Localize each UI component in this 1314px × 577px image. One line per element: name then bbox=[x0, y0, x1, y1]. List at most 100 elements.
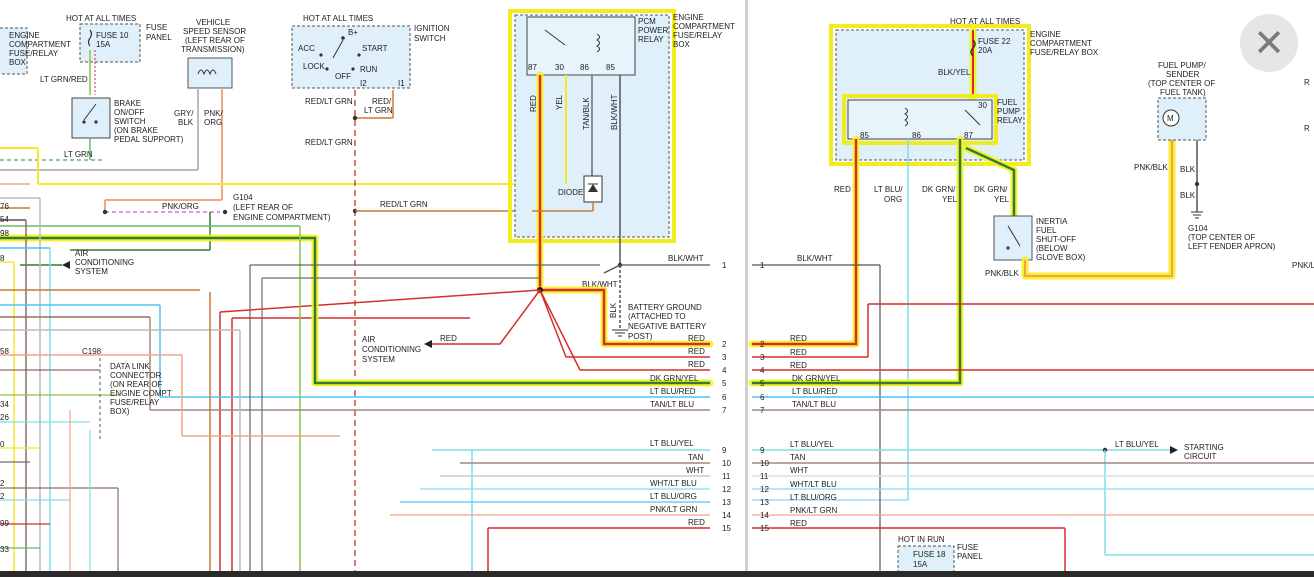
ac-label-2: SYSTEM bbox=[362, 355, 395, 364]
bottom-bar bbox=[0, 571, 1314, 577]
vss-wire-pnkorg-0: PNK/ bbox=[204, 109, 223, 118]
right-row-label-12: WHT/LT BLU bbox=[790, 480, 837, 489]
right-wire-blk: BLK bbox=[1180, 165, 1196, 174]
pcm-wire-blkwht: BLK/WHT bbox=[610, 94, 619, 130]
inertia-label-2: SHUT-OFF bbox=[1036, 235, 1076, 244]
right-row-num-3: 3 bbox=[760, 353, 765, 362]
left-row-num-6: 6 bbox=[722, 393, 727, 402]
brake-label-2: SWITCH bbox=[114, 117, 146, 126]
fp-pin-30: 30 bbox=[978, 101, 987, 110]
g104-label-2: ENGINE COMPARTMENT) bbox=[233, 213, 331, 222]
right-wire-blk2: BLK bbox=[1180, 191, 1196, 200]
wire-redltgrn-3: RED/LT GRN bbox=[380, 200, 428, 209]
fp-label-3: FUEL TANK) bbox=[1160, 88, 1206, 97]
pcm-wire-red: RED bbox=[529, 95, 538, 112]
eng-comp-label-3: BOX bbox=[673, 40, 691, 49]
right-row-label-5: DK GRN/YEL bbox=[792, 374, 841, 383]
vss-label-2: (LEFT REAR OF bbox=[185, 36, 245, 45]
vss-wire-pnkorg-1: ORG bbox=[204, 118, 222, 127]
inertia-label-3: (BELOW bbox=[1036, 244, 1068, 253]
ign-pos-lock: LOCK bbox=[303, 62, 325, 71]
vss-wire-gryblk-0: GRY/ bbox=[174, 109, 194, 118]
fuse10-amp: 15A bbox=[96, 40, 111, 49]
fuse22-amp: 20A bbox=[978, 46, 993, 55]
fp-relay-label-1: PUMP bbox=[997, 107, 1020, 116]
pcm-pin-87: 87 bbox=[528, 63, 537, 72]
battery-ground-0: BATTERY GROUND bbox=[628, 303, 702, 312]
left-row-label-2: RED bbox=[688, 334, 705, 343]
right-row-label-1: BLK/WHT bbox=[797, 254, 833, 263]
right-fuse-panel-1: PANEL bbox=[957, 552, 983, 561]
edge-num-11: 33 bbox=[0, 545, 9, 554]
right-wire-pnkblk2: PNK/BLK bbox=[1134, 163, 1168, 172]
left-row-num-11: 11 bbox=[722, 472, 731, 481]
ign-pos-bplus: B+ bbox=[348, 28, 358, 37]
edge-num-7: 0 bbox=[0, 440, 5, 449]
bus-num-1: 1 bbox=[722, 261, 727, 270]
right-row-label-13: LT BLU/ORG bbox=[790, 493, 837, 502]
wire-redltgrn2-0: RED/ bbox=[372, 97, 392, 106]
right-row-num-5: 5 bbox=[760, 379, 765, 388]
right-row-num-12: 12 bbox=[760, 485, 769, 494]
ign-pos-off: OFF bbox=[335, 72, 351, 81]
inertia-label-0: INERTIA bbox=[1036, 217, 1068, 226]
right-wire-ltbluyel: LT BLU/YEL bbox=[1115, 440, 1159, 449]
pcm-wire-tanblk: TAN/BLK bbox=[582, 97, 591, 130]
right-eng-label-0: ENGINE bbox=[1030, 30, 1061, 39]
dlc-label-1: CONNECTOR bbox=[110, 371, 162, 380]
right-g104-2: LEFT FENDER APRON) bbox=[1188, 242, 1276, 251]
battery-ground-2: NEGATIVE BATTERY bbox=[628, 322, 707, 331]
edge-num-0: 76 bbox=[0, 202, 9, 211]
fp-pin-85: 85 bbox=[860, 131, 869, 140]
right-wire-ltbluorg-1: ORG bbox=[884, 195, 902, 204]
edge-num-10: 99 bbox=[0, 519, 9, 528]
brake-label-0: BRAKE bbox=[114, 99, 141, 108]
left-row-num-9: 9 bbox=[722, 446, 727, 455]
engine-comp-label-3: BOX bbox=[9, 58, 27, 67]
left-row-num-2: 2 bbox=[722, 340, 727, 349]
fp-relay-label-0: FUEL bbox=[997, 98, 1018, 107]
ac-system-label-1: CONDITIONING bbox=[75, 258, 134, 267]
hot-in-run: HOT IN RUN bbox=[898, 535, 945, 544]
left-row-label-4: RED bbox=[688, 360, 705, 369]
edge-num-9: 2 bbox=[0, 492, 5, 501]
close-button[interactable]: ✕ bbox=[1240, 14, 1298, 72]
pcm-pin-86: 86 bbox=[580, 63, 589, 72]
fuse-panel-label-0: FUSE bbox=[146, 23, 167, 32]
right-row-num-1: 1 bbox=[760, 261, 765, 270]
ac-system-label-2: SYSTEM bbox=[75, 267, 108, 276]
wire-blkwht-h: BLK/WHT bbox=[668, 254, 704, 263]
right-row-label-4: RED bbox=[790, 361, 807, 370]
g104-label-0: G104 bbox=[233, 193, 253, 202]
brake-label-3: (ON BRAKE bbox=[114, 126, 158, 135]
vss-label-0: VEHICLE bbox=[196, 18, 230, 27]
ac-label-1: CONDITIONING bbox=[362, 345, 421, 354]
edge-num-8: 2 bbox=[0, 479, 5, 488]
wire-pnkorg-h: PNK/ORG bbox=[162, 202, 199, 211]
right-eng-label-1: COMPARTMENT bbox=[1030, 39, 1092, 48]
pcm-wire-yel: YEL bbox=[555, 94, 564, 110]
left-row-num-15: 15 bbox=[722, 524, 731, 533]
right-row-num-9: 9 bbox=[760, 446, 765, 455]
brake-label-1: ON/OFF bbox=[114, 108, 144, 117]
edge-num-2: 98 bbox=[0, 229, 9, 238]
ign-switch-label-1: SWITCH bbox=[414, 34, 446, 43]
edge-num-1: 54 bbox=[0, 215, 9, 224]
edge-num-3: 8 bbox=[0, 254, 5, 263]
left-row-num-14: 14 bbox=[722, 511, 731, 520]
right-row-label-7: TAN/LT BLU bbox=[792, 400, 836, 409]
inertia-switch-box bbox=[993, 215, 1033, 261]
left-row-num-7: 7 bbox=[722, 406, 727, 415]
ign-pos-i2: I2 bbox=[360, 79, 367, 88]
engine-comp-label-2: FUSE/RELAY bbox=[9, 49, 59, 58]
starting-label-0: STARTING bbox=[1184, 443, 1224, 452]
fp-relay-label-2: RELAY bbox=[997, 116, 1023, 125]
ac-system-label-0: AIR bbox=[75, 249, 89, 258]
engine-comp-label-1: COMPARTMENT bbox=[9, 40, 71, 49]
brake-label-4: PEDAL SUPPORT) bbox=[114, 135, 184, 144]
dlc-label-0: DATA LINK bbox=[110, 362, 150, 371]
g104-label-1: (LEFT REAR OF bbox=[233, 203, 293, 212]
right-wire-dkgrnyel2-1: YEL bbox=[994, 195, 1010, 204]
left-row-label-9: LT BLU/YEL bbox=[650, 439, 694, 448]
left-row-label-7: TAN/LT BLU bbox=[650, 400, 694, 409]
